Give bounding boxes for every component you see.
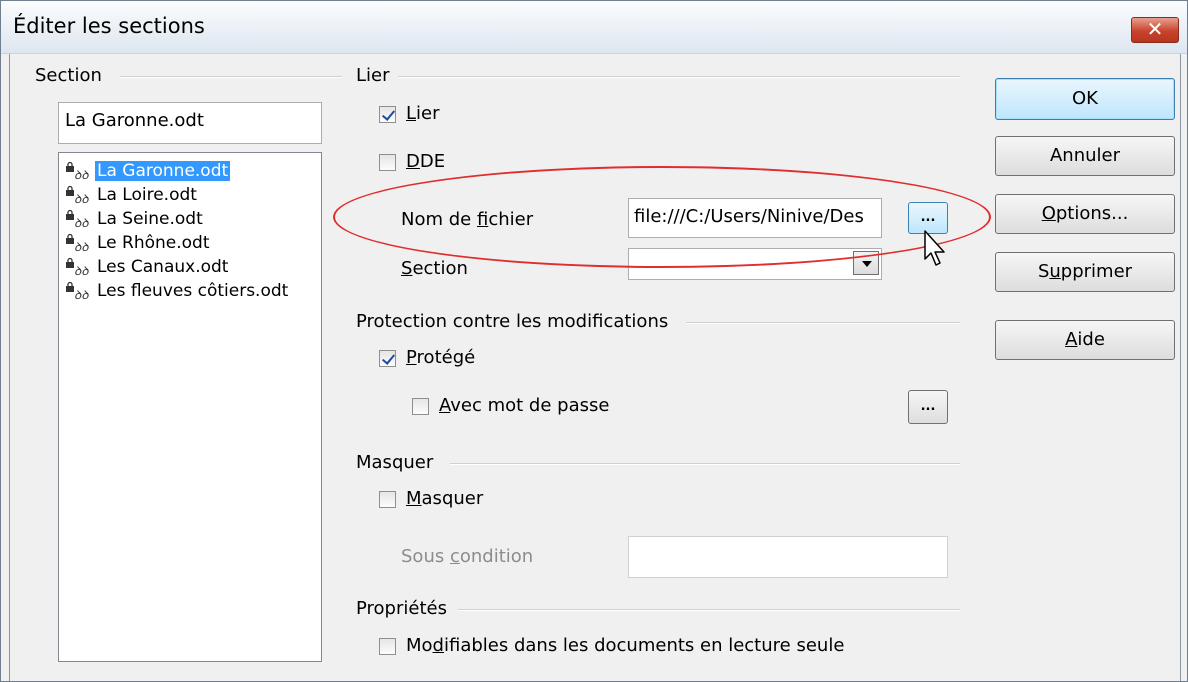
- list-item-label: La Loire.odt: [97, 185, 197, 205]
- section-link-label: Section: [401, 258, 468, 279]
- close-icon: ✕: [1146, 17, 1164, 41]
- lock-icon: ꝺꝺ: [65, 209, 95, 230]
- condition-input[interactable]: [628, 536, 948, 578]
- lock-icon: ꝺꝺ: [65, 257, 95, 278]
- filename-label: Nom de fichier: [401, 209, 534, 230]
- list-item[interactable]: ꝺꝺ Les Canaux.odt: [65, 257, 230, 281]
- password-checkbox[interactable]: [412, 398, 429, 415]
- dde-checkbox[interactable]: [379, 154, 396, 171]
- password-button[interactable]: ...: [908, 390, 948, 424]
- delete-button[interactable]: Supprimer: [995, 252, 1175, 292]
- lock-icon: ꝺꝺ: [65, 233, 95, 254]
- link-icon: ꝺꝺ: [74, 240, 89, 254]
- section-group-divider: [120, 76, 342, 78]
- properties-group-divider: [458, 609, 960, 611]
- hide-checkbox[interactable]: [379, 491, 396, 508]
- list-item[interactable]: ꝺꝺ Les fleuves côtiers.odt: [65, 281, 290, 305]
- properties-group-label: Propriétés: [356, 598, 455, 619]
- hide-group-divider: [450, 463, 960, 465]
- list-item[interactable]: ꝺꝺ La Garonne.odt: [65, 161, 231, 185]
- section-name-input[interactable]: La Garonne.odt: [58, 102, 322, 144]
- help-button-label: Aide: [1065, 329, 1105, 350]
- protected-checkbox[interactable]: [379, 350, 396, 367]
- list-item[interactable]: ꝺꝺ La Loire.odt: [65, 185, 199, 209]
- list-item-label: La Garonne.odt: [95, 161, 231, 181]
- section-link-select[interactable]: [628, 248, 882, 280]
- ok-button-label: OK: [1072, 88, 1098, 109]
- hide-checkbox-label: Masquer: [406, 488, 484, 509]
- link-group-divider: [362, 76, 960, 78]
- lock-icon: ꝺꝺ: [65, 281, 95, 302]
- condition-label: Sous condition: [401, 546, 534, 567]
- ok-button[interactable]: OK: [995, 78, 1175, 120]
- options-button-label: Options...: [1041, 203, 1129, 224]
- dialog-title: Éditer les sections: [13, 14, 205, 38]
- lock-icon: ꝺꝺ: [65, 185, 95, 206]
- help-button[interactable]: Aide: [995, 320, 1175, 360]
- protection-group-label: Protection contre les modifications: [356, 311, 677, 332]
- delete-button-label: Supprimer: [1037, 261, 1133, 282]
- options-button[interactable]: Options...: [995, 194, 1175, 234]
- filename-input[interactable]: file:///C:/Users/Ninive/Des: [628, 198, 882, 238]
- section-list[interactable]: ꝺꝺ La Garonne.odt ꝺꝺ La Loire.odt ꝺꝺ La …: [58, 152, 322, 662]
- close-button[interactable]: ✕: [1131, 17, 1179, 43]
- password-checkbox-label: Avec mot de passe: [439, 395, 610, 416]
- link-checkbox[interactable]: [379, 106, 396, 123]
- hide-group-label: Masquer: [356, 452, 442, 473]
- edit-sections-dialog: Éditer les sections ✕ Section La Garonne…: [0, 0, 1188, 682]
- link-icon: ꝺꝺ: [74, 216, 89, 230]
- section-group-label: Section: [35, 65, 110, 86]
- cancel-button-label: Annuler: [1049, 145, 1120, 166]
- mouse-cursor-icon: [924, 230, 945, 266]
- list-item-label: La Seine.odt: [97, 209, 203, 229]
- cancel-button[interactable]: Annuler: [995, 136, 1175, 176]
- link-icon: ꝺꝺ: [74, 192, 89, 206]
- editable-readonly-checkbox-label: Modifiables dans les documents en lectur…: [406, 635, 845, 656]
- list-item-label: Les Canaux.odt: [97, 257, 229, 277]
- link-icon: ꝺꝺ: [74, 288, 89, 302]
- list-item[interactable]: ꝺꝺ La Seine.odt: [65, 209, 205, 233]
- dialog-body: Section La Garonne.odt ꝺꝺ La Garonne.odt…: [9, 54, 1181, 681]
- dde-checkbox-label: DDE: [406, 151, 446, 172]
- link-group-label: Lier: [356, 65, 398, 86]
- link-icon: ꝺꝺ: [74, 168, 89, 182]
- protected-checkbox-label: Protégé: [406, 347, 476, 368]
- link-checkbox-label: Lier: [406, 103, 440, 124]
- list-item-label: Le Rhône.odt: [97, 233, 210, 253]
- chevron-down-icon[interactable]: [853, 251, 879, 275]
- editable-readonly-checkbox[interactable]: [379, 638, 396, 655]
- lock-icon: ꝺꝺ: [65, 161, 95, 182]
- link-icon: ꝺꝺ: [74, 264, 89, 278]
- list-item[interactable]: ꝺꝺ Le Rhône.odt: [65, 233, 212, 257]
- protection-group-divider: [686, 322, 960, 324]
- title-bar: Éditer les sections ✕: [1, 1, 1187, 54]
- list-item-label: Les fleuves côtiers.odt: [97, 281, 289, 301]
